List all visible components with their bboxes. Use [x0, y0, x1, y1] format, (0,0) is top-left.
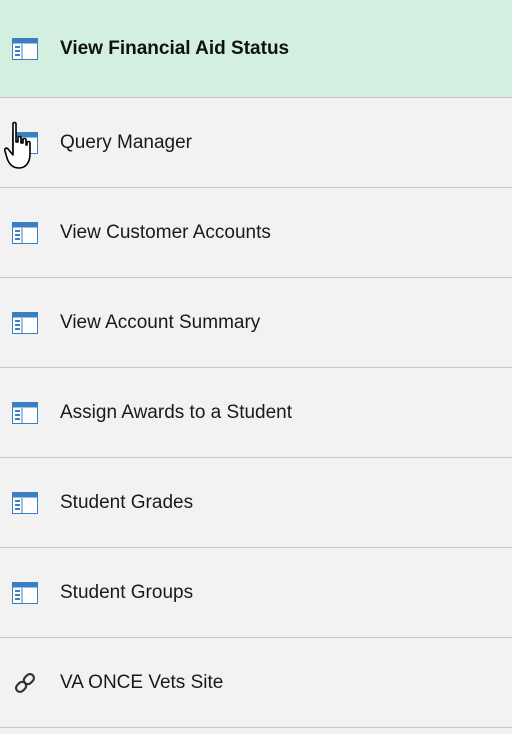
menu-item-student-grades[interactable]: Student Grades	[0, 458, 512, 548]
menu-item-label: View Financial Aid Status	[60, 37, 290, 59]
menu-item-view-financial-aid-status[interactable]: View Financial Aid Status	[0, 0, 512, 98]
component-page-icon	[12, 581, 38, 604]
menu-item-label: Student Grades	[60, 491, 194, 513]
component-page-icon	[12, 37, 38, 60]
menu-item-view-account-summary[interactable]: View Account Summary	[0, 278, 512, 368]
menu-item-label: Query Manager	[60, 131, 193, 153]
menu-item-label: View Account Summary	[60, 311, 261, 333]
menu-item-assign-awards-to-a-student[interactable]: Assign Awards to a Student	[0, 368, 512, 458]
menu-item-va-once-vets-site[interactable]: VA ONCE Vets Site	[0, 638, 512, 728]
component-page-icon	[12, 311, 38, 334]
link-icon	[14, 672, 36, 693]
component-page-icon	[12, 221, 38, 244]
menu-item-label: Student Groups	[60, 581, 194, 603]
menu-item-query-manager[interactable]: Query Manager	[0, 98, 512, 188]
menu-item-student-groups[interactable]: Student Groups	[0, 548, 512, 638]
menu-item-label: Assign Awards to a Student	[60, 401, 293, 423]
component-page-icon	[12, 401, 38, 424]
menu-item-label: VA ONCE Vets Site	[60, 671, 224, 693]
navigation-menu-list: View Financial Aid Status Query Manager …	[0, 0, 512, 734]
menu-item-view-customer-accounts[interactable]: View Customer Accounts	[0, 188, 512, 278]
menu-item-label: View Customer Accounts	[60, 221, 271, 243]
component-page-icon	[12, 131, 38, 154]
component-page-icon	[12, 491, 38, 514]
